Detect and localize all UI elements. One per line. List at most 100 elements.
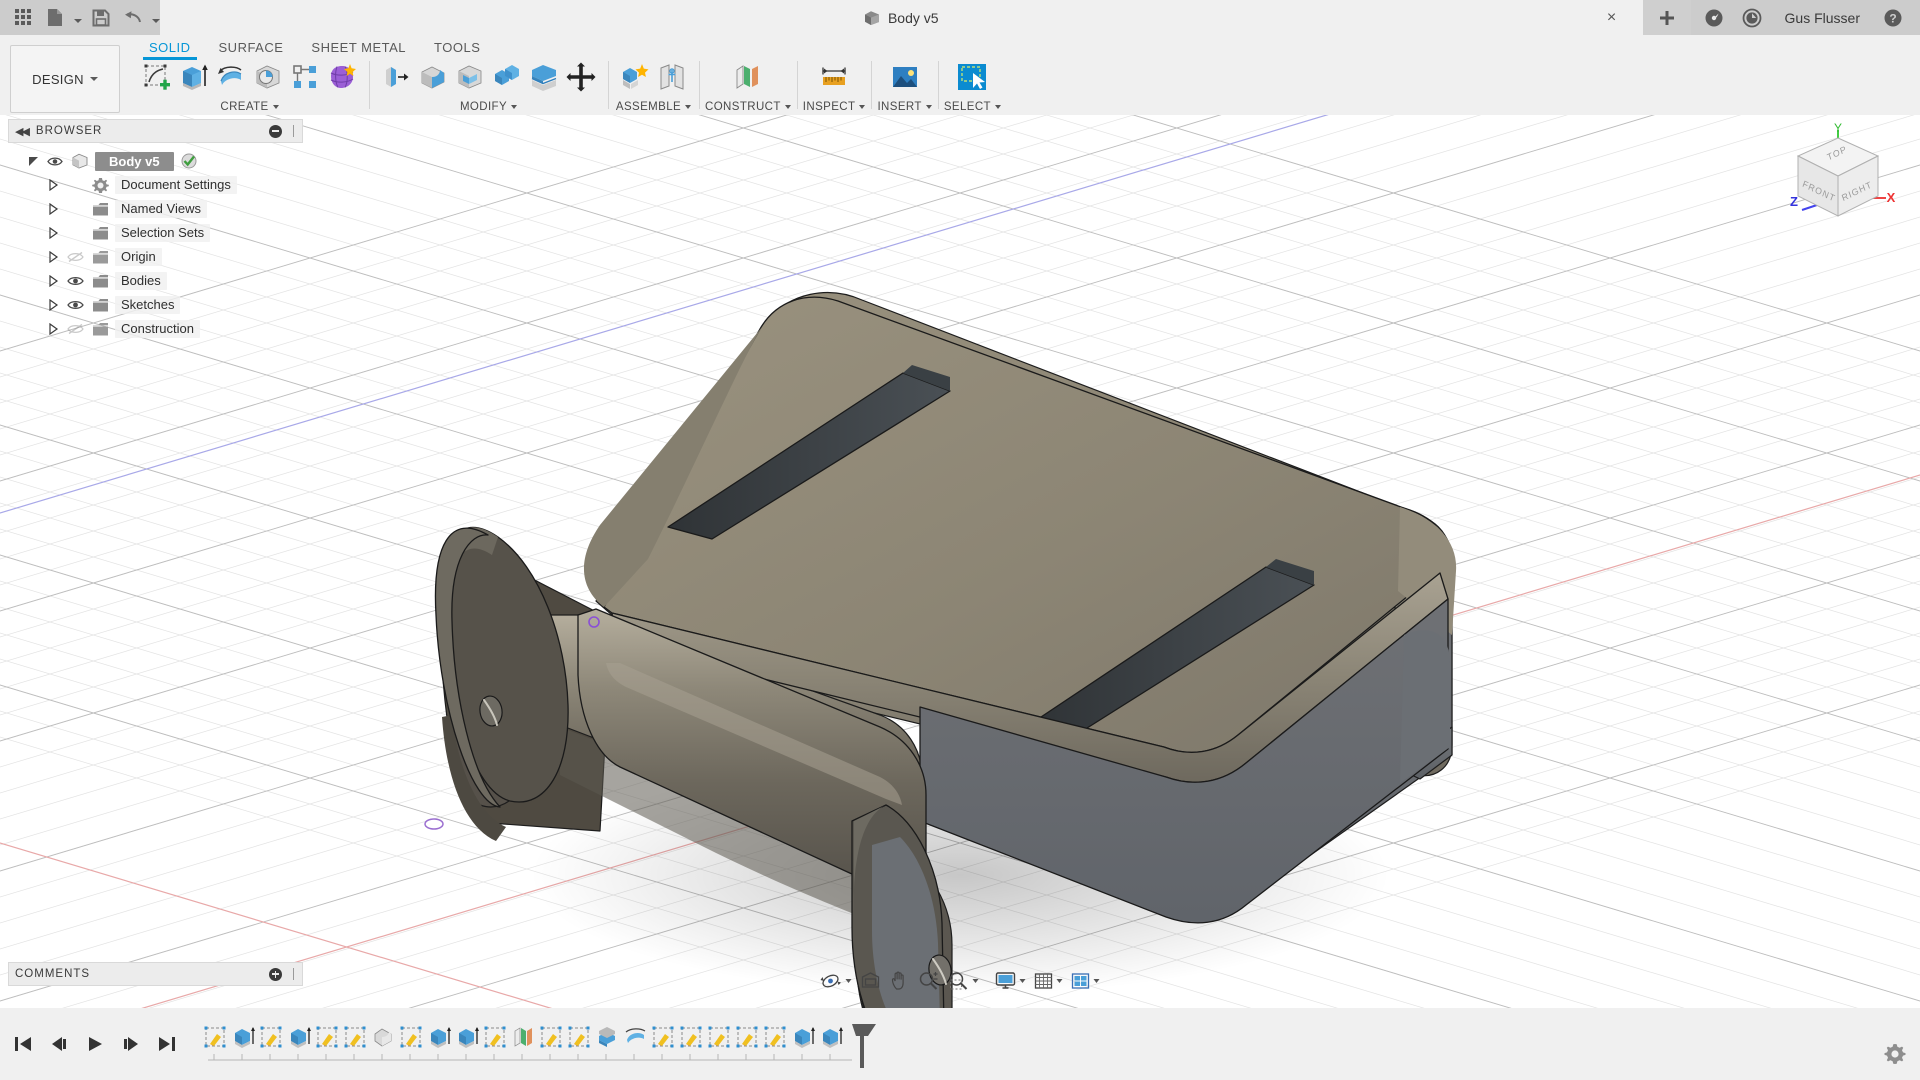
check-icon[interactable] bbox=[179, 153, 199, 169]
joint-button[interactable] bbox=[655, 59, 689, 95]
panel-insert-label[interactable]: INSERT bbox=[877, 99, 932, 115]
display-settings-button[interactable] bbox=[992, 968, 1029, 994]
move-copy-button[interactable] bbox=[564, 59, 598, 95]
insert-canvas-button[interactable] bbox=[888, 59, 922, 95]
tab-tools-label: TOOLS bbox=[434, 40, 481, 55]
tree-node-sketches[interactable]: Sketches bbox=[8, 293, 303, 317]
press-pull-button[interactable] bbox=[379, 59, 413, 95]
collapse-icon[interactable]: ◀◀ bbox=[15, 125, 30, 138]
add-comment-icon[interactable] bbox=[269, 967, 282, 981]
panel-modify-label[interactable]: MODIFY bbox=[375, 99, 602, 115]
tree-node-construction[interactable]: Construction bbox=[8, 317, 303, 341]
expand-arrow-icon[interactable] bbox=[46, 203, 60, 215]
timeline-track[interactable] bbox=[200, 1020, 890, 1068]
tree-node-selection-sets[interactable]: Selection Sets bbox=[8, 221, 303, 245]
chevron-down-icon bbox=[511, 105, 518, 109]
new-component-button[interactable] bbox=[618, 59, 652, 95]
x-axis-label: X bbox=[1887, 190, 1896, 205]
comments-panel[interactable]: COMMENTS bbox=[8, 962, 303, 986]
gear-icon[interactable] bbox=[1884, 1043, 1906, 1068]
minimize-icon[interactable] bbox=[269, 124, 282, 138]
folder-icon bbox=[90, 226, 110, 241]
z-axis-label: Z bbox=[1790, 194, 1798, 209]
resize-grip[interactable] bbox=[290, 968, 296, 980]
tree-node-label: Named Views bbox=[115, 200, 207, 218]
expand-arrow-icon[interactable] bbox=[46, 227, 60, 239]
go-to-end-button[interactable] bbox=[156, 1033, 178, 1055]
help-icon[interactable]: ? bbox=[1876, 3, 1910, 33]
document-tab[interactable]: Body v5 × bbox=[160, 0, 1643, 35]
expand-arrow-icon[interactable] bbox=[46, 275, 60, 287]
zoom-button[interactable] bbox=[915, 968, 943, 994]
tree-node-label: Construction bbox=[115, 320, 200, 338]
measure-button[interactable] bbox=[817, 59, 851, 95]
save-icon[interactable] bbox=[86, 3, 116, 33]
view-cube[interactable]: Y X Z TOP FRONT RIGHT bbox=[1778, 120, 1898, 230]
revolve-button[interactable] bbox=[214, 59, 248, 95]
timeline-marker[interactable] bbox=[852, 1024, 876, 1068]
tree-node-bodies[interactable]: Bodies bbox=[8, 269, 303, 293]
visibility-eye-icon[interactable] bbox=[65, 299, 85, 311]
go-to-beginning-button[interactable] bbox=[12, 1033, 34, 1055]
pattern-button[interactable] bbox=[288, 59, 322, 95]
expand-arrow-icon[interactable] bbox=[26, 156, 40, 167]
user-name[interactable]: Gus Flusser bbox=[1773, 10, 1872, 26]
navigation-bar bbox=[812, 966, 1109, 996]
fillet-button[interactable] bbox=[416, 59, 450, 95]
panel-construct-label[interactable]: CONSTRUCT bbox=[705, 99, 791, 115]
panel-select-label[interactable]: SELECT bbox=[944, 99, 1001, 115]
grid-snaps-button[interactable] bbox=[1031, 968, 1066, 994]
split-face-button[interactable] bbox=[527, 59, 561, 95]
tree-node-origin[interactable]: Origin bbox=[8, 245, 303, 269]
look-at-button[interactable] bbox=[857, 968, 885, 994]
workspace-selector[interactable]: DESIGN bbox=[10, 45, 120, 113]
extrude-button[interactable] bbox=[177, 59, 211, 95]
chevron-down-icon bbox=[1093, 979, 1100, 983]
tab-solid-label: SOLID bbox=[149, 40, 191, 55]
combine-button[interactable] bbox=[490, 59, 524, 95]
expand-arrow-icon[interactable] bbox=[46, 251, 60, 263]
create-form-button[interactable] bbox=[325, 59, 359, 95]
step-forward-button[interactable] bbox=[120, 1033, 142, 1055]
visibility-eye-off-icon[interactable] bbox=[65, 323, 85, 335]
panel-create-label[interactable]: CREATE bbox=[136, 99, 363, 115]
panel-assemble-label[interactable]: ASSEMBLE bbox=[614, 99, 693, 115]
chevron-down-icon bbox=[972, 979, 979, 983]
new-tab-button[interactable] bbox=[1642, 0, 1691, 35]
title-bar-right-tools: Gus Flusser ? bbox=[1690, 0, 1920, 35]
visibility-eye-icon[interactable] bbox=[65, 275, 85, 287]
tree-node-label: Origin bbox=[115, 248, 162, 266]
file-menu-caret-icon[interactable] bbox=[72, 3, 84, 33]
panel-inspect: INSPECT bbox=[796, 57, 872, 115]
select-tool-button[interactable] bbox=[955, 59, 989, 95]
tree-node-named-views[interactable]: Named Views bbox=[8, 197, 303, 221]
expand-arrow-icon[interactable] bbox=[46, 179, 60, 191]
resize-grip[interactable] bbox=[290, 125, 296, 137]
play-button[interactable] bbox=[84, 1033, 106, 1055]
tree-node-document-settings[interactable]: Document Settings bbox=[8, 173, 303, 197]
visibility-eye-off-icon[interactable] bbox=[65, 251, 85, 263]
sphere-button[interactable] bbox=[251, 59, 285, 95]
tab-surface-label: SURFACE bbox=[218, 40, 284, 55]
pan-button[interactable] bbox=[887, 968, 913, 994]
tree-node-root[interactable]: Body v5 bbox=[8, 149, 303, 173]
viewports-button[interactable] bbox=[1068, 968, 1103, 994]
app-grid-icon[interactable] bbox=[8, 3, 38, 33]
offset-plane-button[interactable] bbox=[731, 59, 765, 95]
job-status-icon[interactable] bbox=[1735, 3, 1769, 33]
panel-inspect-label[interactable]: INSPECT bbox=[803, 99, 866, 115]
viewport-canvas[interactable]: ◀◀ BROWSER Body v5 Document Settings Nam… bbox=[0, 115, 1920, 1008]
close-icon[interactable]: × bbox=[1603, 9, 1621, 27]
timeline-features[interactable] bbox=[200, 1020, 890, 1072]
orbit-button[interactable] bbox=[818, 968, 855, 994]
expand-arrow-icon[interactable] bbox=[46, 323, 60, 335]
file-icon[interactable] bbox=[40, 3, 70, 33]
extensions-icon[interactable] bbox=[1697, 3, 1731, 33]
step-back-button[interactable] bbox=[48, 1033, 70, 1055]
zoom-window-button[interactable] bbox=[945, 968, 982, 994]
shell-button[interactable] bbox=[453, 59, 487, 95]
create-sketch-button[interactable] bbox=[140, 59, 174, 95]
visibility-eye-icon[interactable] bbox=[45, 156, 65, 167]
expand-arrow-icon[interactable] bbox=[46, 299, 60, 311]
undo-icon[interactable] bbox=[118, 3, 148, 33]
